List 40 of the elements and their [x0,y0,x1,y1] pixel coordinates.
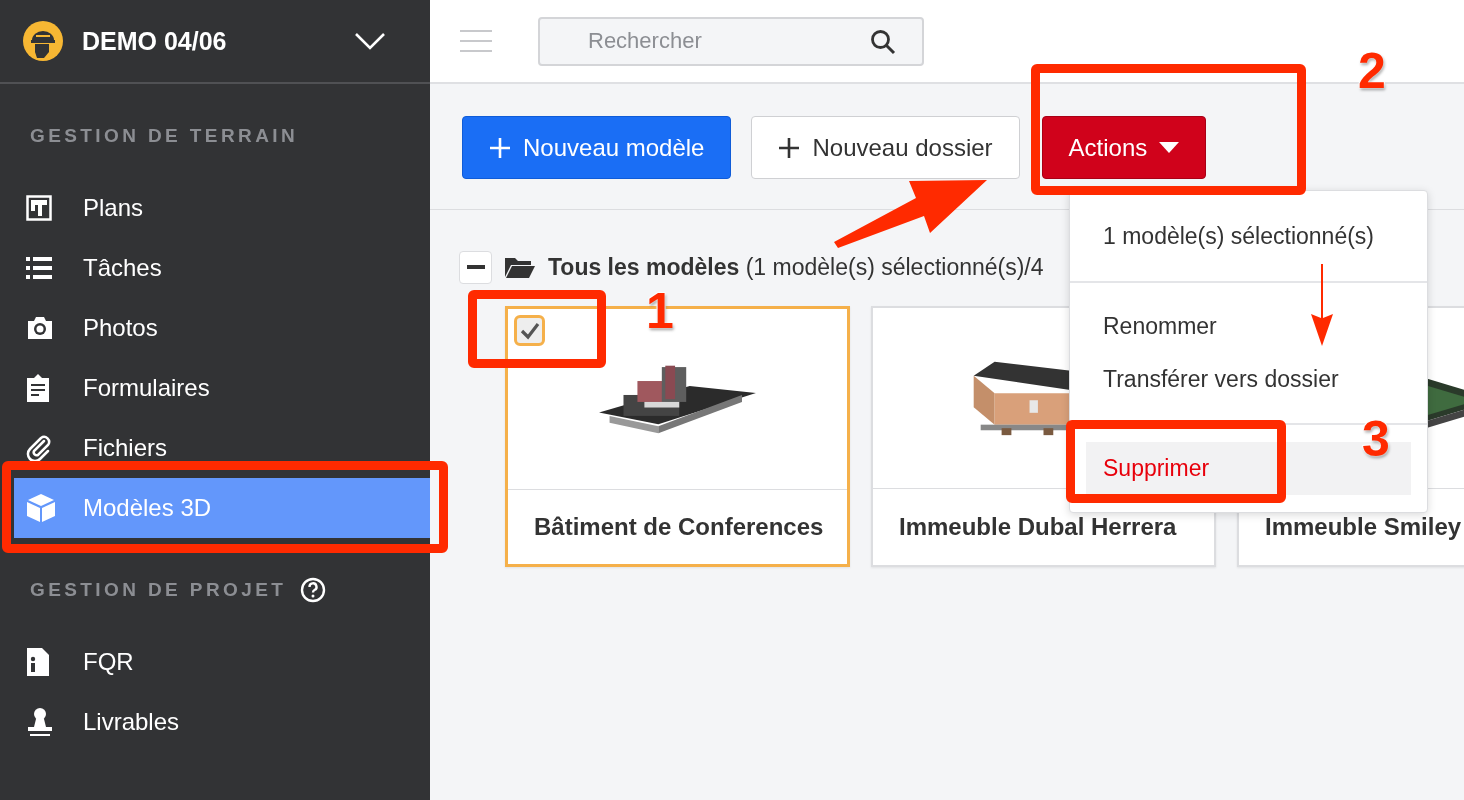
model-name: Immeuble Smiley [1264,512,1463,542]
sidebar-item[interactable]: Formulaires [14,358,430,418]
stamp-icon [26,707,54,737]
sidebar-item[interactable]: FQR [14,632,430,692]
caret-icon [1159,142,1180,153]
sidebar-item[interactable]: Tâches [14,238,430,298]
project-name: DEMO 04/06 [82,26,228,56]
model-name: Bâtiment de Conferences [533,512,825,542]
plans-icon [26,195,52,221]
list-icon [26,257,52,279]
sidebar-item[interactable]: Plans [14,178,430,238]
checkbox[interactable] [459,250,492,284]
new-button[interactable]: Nouveau dossier [751,116,1020,179]
clipboard-icon [26,373,50,403]
new-button[interactable]: Nouveau modèle [462,116,732,179]
sidebar-item[interactable]: Photos [14,298,430,358]
sidebar-item[interactable]: Livrables [14,692,430,752]
file-info-icon [26,647,50,677]
logo-icon [22,20,64,62]
search-icon[interactable] [870,28,896,55]
plus-icon [778,136,801,159]
checkbox[interactable] [514,315,545,346]
model-name: Immeuble Dubal Herrera [898,512,1178,542]
menu-header: 1 modèle(s) sélectionné(s) [1070,191,1427,283]
breadcrumb-text: Tous les modèles (1 modèle(s) sélectionné(s)/4 [548,253,1044,281]
chevron-down-icon[interactable] [354,32,386,50]
check-icon [519,321,540,340]
cube-icon [26,493,56,523]
search-field[interactable]: Rechercher [538,16,924,66]
paperclip-icon [26,435,52,461]
section-title: GESTION DE PROJET [30,579,287,601]
camera-icon [26,316,54,340]
sidebar-item[interactable]: Fichiers [14,418,430,478]
minus-icon [466,265,485,269]
actions-button[interactable]: Actions [1041,116,1207,179]
plus-icon [489,136,511,159]
help-icon[interactable] [300,577,327,603]
section-title: GESTION DE TERRAIN [30,125,299,147]
folder-icon [504,255,536,279]
step-number: 2 [1358,46,1386,96]
